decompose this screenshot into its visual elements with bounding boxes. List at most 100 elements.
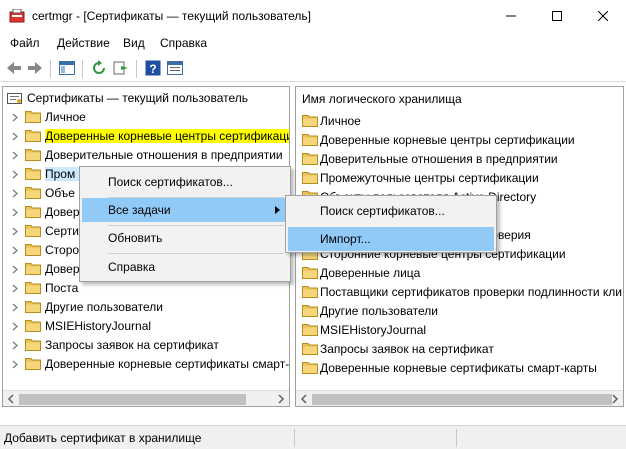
expand-chevron-icon[interactable] [11,151,19,160]
submenu-arrow-icon [275,206,280,214]
menu-help[interactable]: Справка [160,36,207,50]
expand-chevron-icon[interactable] [11,132,19,141]
list-item-label: Другие пользователи [320,304,438,318]
folder-icon [302,115,318,127]
tree-horizontal-scrollbar[interactable] [3,390,289,406]
list-item[interactable]: MSIEHistoryJournal [302,321,622,340]
scroll-right-icon[interactable] [277,394,285,404]
status-divider [456,429,457,447]
tree-item[interactable]: MSIEHistoryJournal [3,317,287,336]
tree-item-label: Доверенные корневые сертификаты смарт- [45,357,290,371]
folder-icon [25,301,41,313]
column-header-store-name[interactable]: Имя логического хранилища [302,92,462,106]
maximize-button[interactable] [534,0,580,32]
folder-icon [302,343,318,355]
certificate-app-icon [9,9,25,23]
expand-chevron-icon[interactable] [11,208,19,217]
menu-file[interactable]: Файл [10,36,40,50]
list-item-label: Доверенные лица [320,266,421,280]
list-item-label: Промежуточные центры сертификации [320,171,539,185]
expand-chevron-icon[interactable] [11,227,19,236]
list-item-label: Запросы заявок на сертификат [320,342,494,356]
list-item[interactable]: Поставщики сертификатов проверки подлинн… [302,283,622,302]
export-list-icon[interactable] [113,60,129,76]
folder-icon [25,206,41,218]
list-item[interactable]: Доверительные отношения в предприятии [302,150,622,169]
tree-item[interactable]: Запросы заявок на сертификат [3,336,287,355]
minimize-icon [506,15,516,17]
tree-item-label: Довер [45,205,80,219]
menu-separator [108,253,284,254]
submenu-find-certificates[interactable]: Поиск сертификатов... [288,199,494,223]
help-icon[interactable]: ? [145,60,161,76]
folder-icon [302,153,318,165]
context-find-certificates[interactable]: Поиск сертификатов... [82,170,288,194]
close-button[interactable] [580,0,626,32]
tree-item[interactable]: Личное [3,108,287,127]
list-horizontal-scrollbar[interactable] [296,390,623,406]
menu-view[interactable]: Вид [123,36,145,50]
tree-item[interactable]: Доверительные отношения в предприятии [3,146,287,165]
tree-item[interactable]: Другие пользователи [3,298,287,317]
maximize-icon [552,11,562,21]
minimize-button[interactable] [488,0,534,32]
scroll-thumb[interactable] [19,394,246,405]
expand-chevron-icon[interactable] [11,246,19,255]
list-item[interactable]: Запросы заявок на сертификат [302,340,622,359]
expand-chevron-icon[interactable] [11,322,19,331]
expand-chevron-icon[interactable] [11,265,19,274]
list-item[interactable]: Доверенные корневые сертификаты смарт-ка… [302,359,622,378]
list-item[interactable]: Другие пользователи [302,302,622,321]
expand-chevron-icon[interactable] [11,170,19,179]
back-arrow-icon[interactable] [6,60,22,76]
folder-icon [302,172,318,184]
list-item[interactable]: Доверенные лица [302,264,622,283]
list-item[interactable]: Промежуточные центры сертификации [302,169,622,188]
expand-chevron-icon[interactable] [11,113,19,122]
context-help[interactable]: Справка [82,255,288,279]
tree-item-label: Серти [45,224,79,238]
refresh-icon[interactable] [91,60,107,76]
scroll-left-icon[interactable] [7,394,15,404]
expand-chevron-icon[interactable] [11,284,19,293]
tree-item[interactable]: Доверенные корневые сертификаты смарт- [3,355,290,374]
status-text: Добавить сертификат в хранилище [4,431,202,445]
expand-chevron-icon[interactable] [11,303,19,312]
list-item-label: Личное [320,114,361,128]
list-item-label: Доверительные отношения в предприятии [320,152,558,166]
context-all-tasks[interactable]: Все задачи [82,198,288,222]
context-menu: Поиск сертификатов... Все задачи Обновит… [79,166,291,282]
show-hide-console-tree-icon[interactable] [59,60,75,76]
list-item[interactable]: Личное [302,112,622,131]
folder-icon [302,305,318,317]
forward-arrow-icon[interactable] [27,60,43,76]
context-refresh[interactable]: Обновить [82,226,288,250]
tree-item-label: Личное [45,110,86,124]
tree-item-label: Поста [45,281,79,295]
expand-chevron-icon[interactable] [11,189,19,198]
scroll-right-icon[interactable] [611,394,619,404]
submenu-import[interactable]: Импорт... [288,227,494,251]
expand-chevron-icon[interactable] [11,360,19,369]
tree-item-label: Доверенные корневые центры сертификаци [45,129,289,143]
toolbar: ? [0,54,626,82]
properties-icon[interactable] [167,60,183,76]
toolbar-separator [82,60,83,78]
list-item[interactable]: Доверенные корневые центры сертификации [302,131,622,150]
folder-icon [25,282,41,294]
tree-root[interactable]: Сертификаты — текущий пользователь [7,89,287,108]
menu-action[interactable]: Действие [57,36,110,50]
title-bar: certmgr - [Сертификаты — текущий пользов… [0,0,626,32]
status-divider [294,429,295,447]
expand-chevron-icon[interactable] [11,341,19,350]
folder-icon [302,324,318,336]
tree-item-label: Сторо [45,243,80,257]
status-bar: Добавить сертификат в хранилище [0,425,626,449]
scroll-thumb[interactable] [312,394,612,405]
tree-item-label: Доверительные отношения в предприятии [45,148,283,162]
scroll-left-icon[interactable] [300,394,308,404]
folder-icon [25,168,41,180]
tree-item[interactable]: Доверенные корневые центры сертификаци [3,127,289,146]
tree-item-label: Другие пользователи [45,300,163,314]
folder-icon [25,339,41,351]
